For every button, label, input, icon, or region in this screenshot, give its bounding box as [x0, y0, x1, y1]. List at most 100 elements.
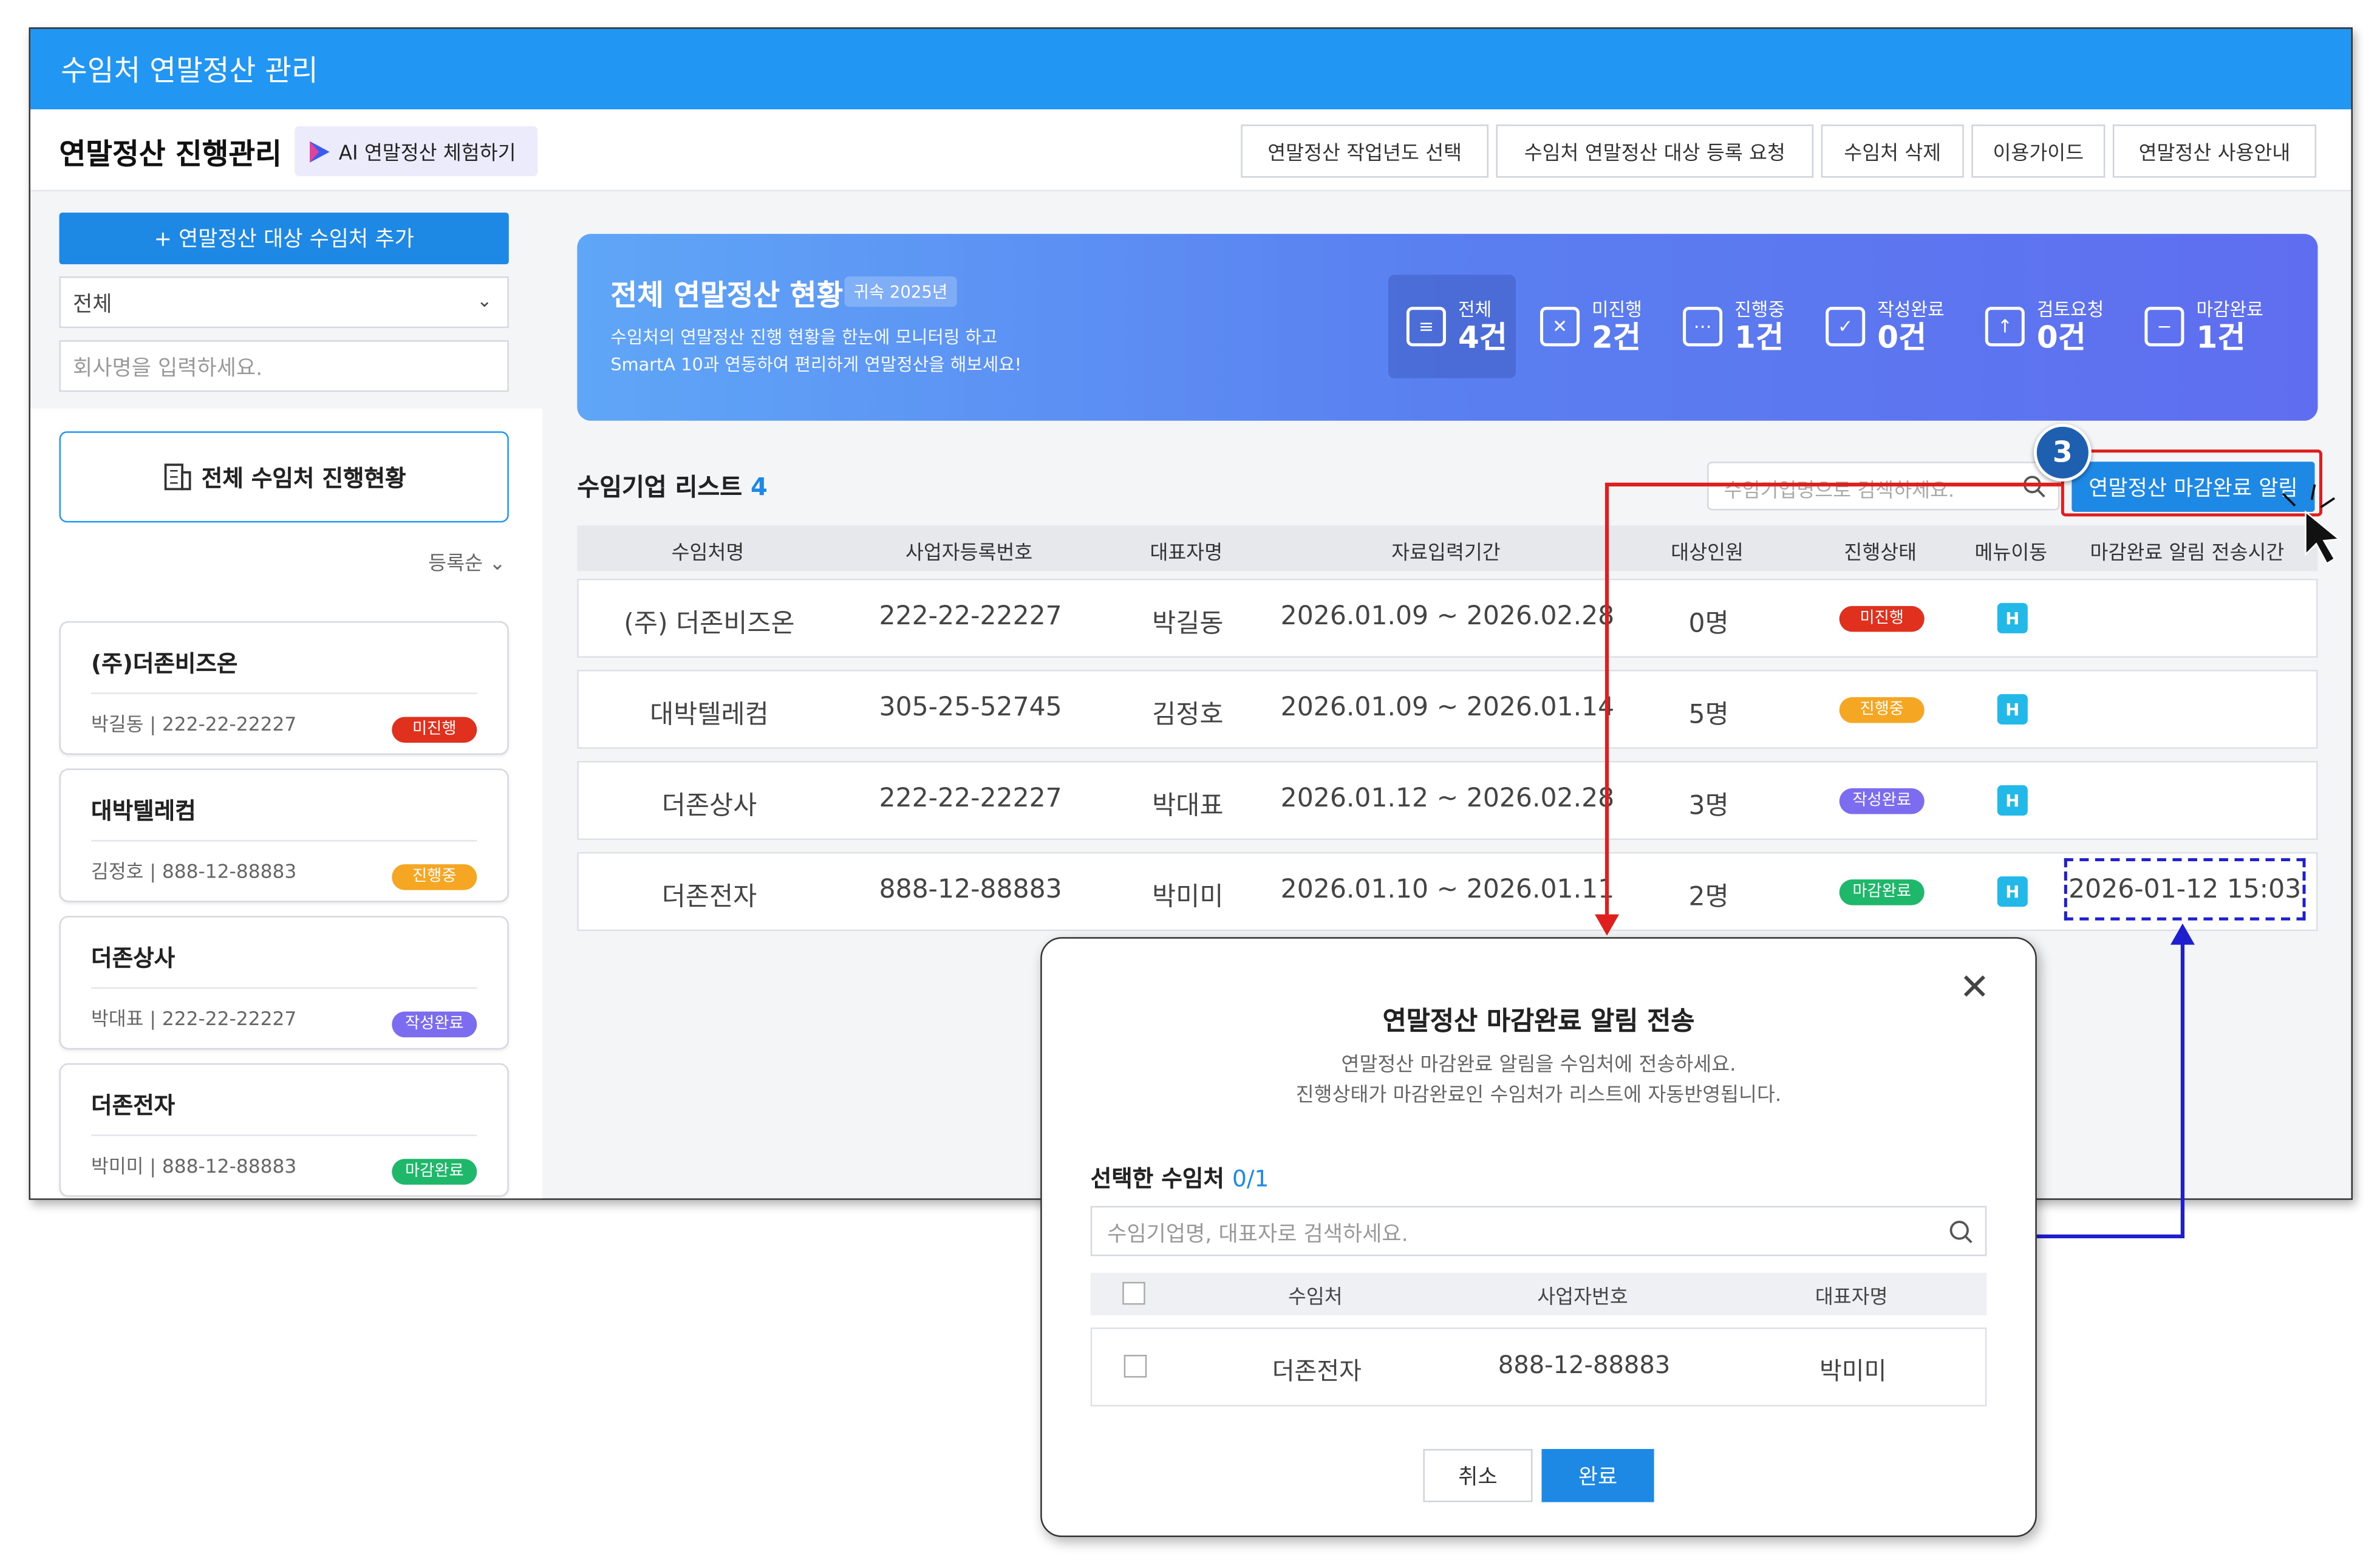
select-all-checkbox[interactable] [1122, 1281, 1145, 1305]
client-card-bizno: 888-12-88883 [162, 1154, 297, 1178]
client-card-ceo: 박길동 [91, 712, 144, 735]
stat-value: 1건 [2196, 318, 2246, 355]
client-card[interactable]: 더존전자 박미미 | 888-12-88883 마감완료 [59, 1063, 509, 1197]
user-manual-button[interactable]: 연말정산 사용안내 [2112, 124, 2317, 178]
banner-title: 전체 연말정산 현황 [610, 279, 844, 313]
company-search-input[interactable]: 회사명을 입력하세요. [59, 340, 509, 392]
stat-closed[interactable]: − 마감완료 1건 [2144, 275, 2263, 378]
status-badge: 미진행 [392, 717, 477, 743]
ai-trial-label: AI 연말정산 체험하기 [338, 143, 516, 166]
close-icon[interactable]: ✕ [1959, 966, 1990, 1009]
search-icon [1949, 1221, 1973, 1244]
menu-move-icon[interactable]: H [1997, 785, 2028, 816]
x-box-icon: ✕ [1540, 307, 1580, 347]
stat-not-started[interactable]: ✕ 미진행 2건 [1540, 275, 1642, 378]
cell-period: 2026.01.09 ~ 2026.01.14 [1280, 692, 1615, 723]
client-card-ceo: 김정호 [91, 859, 144, 883]
cell-period: 2026.01.12 ~ 2026.02.28 [1280, 783, 1615, 814]
cell-name: 더존전자 [1272, 1356, 1362, 1385]
cell-bizno: 888-12-88883 [879, 875, 1062, 905]
client-card[interactable]: (주)더존비즈온 박길동 | 222-22-22227 미진행 [59, 621, 509, 755]
modal-table-header: 수임처 사업자번호 대표자명 [1090, 1272, 1987, 1315]
stat-review-requested[interactable]: ↑ 검토요청 0건 [1985, 275, 2104, 378]
sort-dropdown[interactable]: 등록순 ⌄ [428, 547, 505, 576]
table-row[interactable]: 대박텔레컴 305-25-52745 김정호 2026.01.09 ~ 2026… [577, 669, 2318, 749]
status-badge: 진행중 [392, 864, 477, 890]
top-bar: 연말정산 진행관리 AI 연말정산 체험하기 연말정산 작업년도 선택 수임처 … [30, 109, 2351, 192]
add-client-button[interactable]: + 연말정산 대상 수임처 추가 [59, 213, 509, 265]
client-card[interactable]: 더존상사 박대표 | 222-22-22227 작성완료 [59, 916, 509, 1050]
ai-play-icon [310, 140, 330, 162]
building-icon [163, 463, 191, 491]
modal-search-input[interactable]: 수임기업명, 대표자로 검색하세요. [1090, 1205, 1987, 1256]
minus-box-icon: − [2144, 307, 2184, 347]
ai-trial-button[interactable]: AI 연말정산 체험하기 [295, 126, 538, 177]
menu-move-icon[interactable]: H [1997, 602, 2028, 633]
stat-all[interactable]: ≡ 전체 4건 [1388, 274, 1516, 378]
cell-name: 더존상사 [661, 791, 757, 822]
delete-client-button[interactable]: 수임처 삭제 [1821, 124, 1964, 178]
cell-name: 대박텔레컴 [650, 700, 769, 731]
stat-value: 1건 [1734, 318, 1784, 355]
modal-table-row[interactable]: 더존전자 888-12-88883 박미미 [1090, 1327, 1987, 1406]
column-header: 메뉴이동 [1974, 542, 2048, 565]
all-client-status-button[interactable]: 전체 수임처 진행현황 [59, 431, 509, 523]
column-header: 사업자번호 [1537, 1286, 1628, 1309]
confirm-button[interactable]: 완료 [1541, 1448, 1654, 1502]
card-divider [91, 840, 477, 842]
cell-name: (주) 더존비즈온 [624, 609, 795, 639]
cell-period: 2026.01.10 ~ 2026.01.11 [1280, 875, 1615, 905]
chevron-down-icon: ⌄ [489, 553, 506, 576]
cell-ceo: 김정호 [1152, 700, 1224, 731]
stat-label: 검토요청 [2036, 298, 2104, 320]
cell-bizno: 222-22-22227 [879, 783, 1062, 814]
highlight-box [2061, 449, 2323, 517]
cell-count: 2명 [1688, 882, 1729, 913]
client-card-name: 더존전자 [91, 1092, 176, 1120]
cell-count: 0명 [1688, 609, 1729, 639]
menu-move-icon[interactable]: H [1997, 876, 2028, 907]
client-card-ceo: 박미미 [91, 1154, 144, 1178]
table-row[interactable]: (주) 더존비즈온 222-22-22227 박길동 2026.01.09 ~ … [577, 578, 2318, 658]
list-search-input[interactable]: 수임기업명으로 검색하세요. [1707, 462, 2060, 511]
modal-search-placeholder: 수임기업명, 대표자로 검색하세요. [1107, 1222, 1408, 1247]
column-header: 사업자등록번호 [905, 542, 1033, 565]
card-divider [91, 1134, 477, 1136]
cell-bizno: 305-25-52745 [879, 692, 1062, 723]
upload-icon: ↑ [1985, 307, 2025, 347]
column-header: 진행상태 [1844, 542, 1917, 565]
card-divider [91, 692, 477, 694]
status-badge: 마감완료 [392, 1159, 477, 1185]
banner-description: SmartA 10과 연동하여 편리하게 연말정산을 해보세요! [610, 353, 1022, 375]
cell-count: 5명 [1688, 700, 1729, 731]
status-filter-select[interactable]: 전체 ⌄ [59, 276, 509, 329]
row-checkbox[interactable] [1124, 1354, 1147, 1378]
stat-value: 2건 [1592, 318, 1641, 355]
column-header: 대상인원 [1671, 542, 1744, 565]
client-card[interactable]: 대박텔레컴 김정호 | 888-12-88883 진행중 [59, 768, 509, 902]
client-card-info: 김정호 | 888-12-88883 [91, 859, 297, 883]
column-header: 자료입력기간 [1391, 542, 1501, 565]
stat-written[interactable]: ✓ 작성완료 0건 [1826, 275, 1945, 378]
request-registration-button[interactable]: 수임처 연말정산 대상 등록 요청 [1496, 124, 1814, 178]
table-header: 수임처명 사업자등록번호 대표자명 자료입력기간 대상인원 진행상태 메뉴이동 … [577, 525, 2318, 571]
stat-in-progress[interactable]: ⋯ 진행중 1건 [1683, 275, 1785, 378]
usage-guide-button[interactable]: 이용가이드 [1971, 124, 2106, 178]
menu-move-icon[interactable]: H [1997, 694, 2028, 725]
list-title: 수임기업 리스트 4 [577, 466, 767, 503]
status-badge: 작성완료 [392, 1011, 477, 1038]
dots-icon: ⋯ [1683, 307, 1723, 347]
cell-count: 3명 [1688, 791, 1729, 822]
modal-description: 진행상태가 마감완료인 수임처가 리스트에 자동반영됩니다. [1295, 1084, 1782, 1108]
notification-modal: 연말정산 마감완료 알림 전송 ✕ 연말정산 마감완료 알림을 수임처에 전송하… [1040, 937, 2037, 1538]
table-row[interactable]: 더존상사 222-22-22227 박대표 2026.01.12 ~ 2026.… [577, 761, 2318, 840]
list-search-placeholder: 수임기업명으로 검색하세요. [1724, 480, 1955, 503]
client-card-info: 박대표 | 222-22-22227 [91, 1007, 297, 1030]
select-work-year-button[interactable]: 연말정산 작업년도 선택 [1241, 124, 1488, 178]
cell-bizno: 222-22-22227 [879, 601, 1062, 632]
table-row[interactable]: 더존전자 888-12-88883 박미미 2026.01.10 ~ 2026.… [577, 852, 2318, 932]
search-icon [2023, 476, 2045, 498]
page-title: 연말정산 진행관리 [59, 138, 282, 172]
cancel-button[interactable]: 취소 [1423, 1448, 1533, 1502]
client-card-ceo: 박대표 [91, 1007, 144, 1030]
